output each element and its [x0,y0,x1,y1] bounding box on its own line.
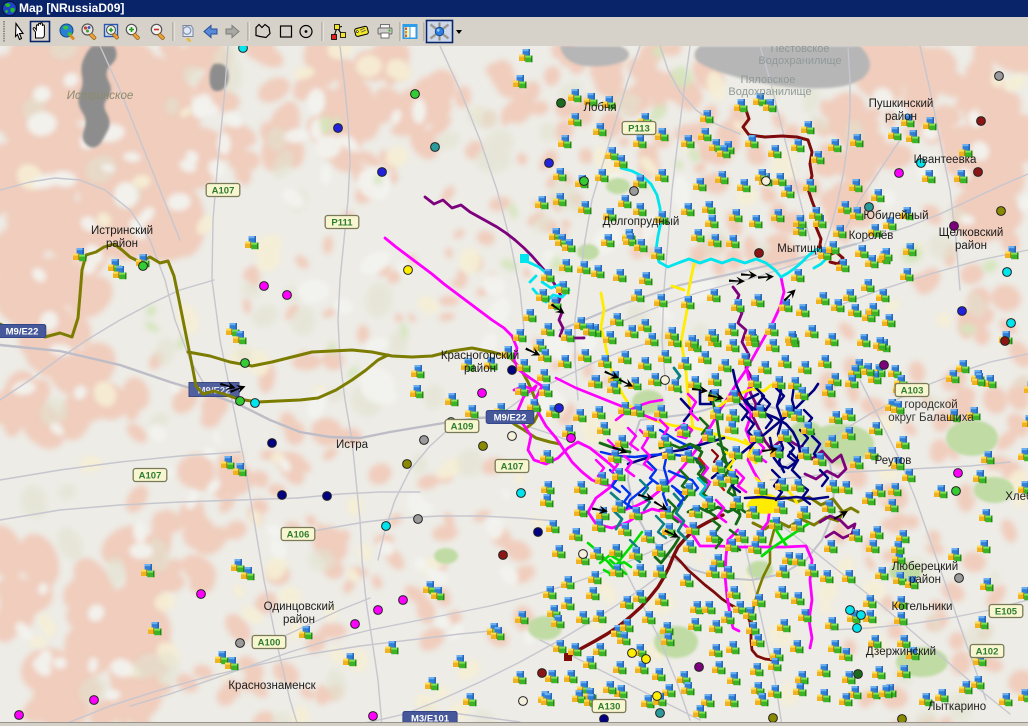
svg-text:Истринское: Истринское [67,90,134,102]
svg-text:район: район [283,614,315,626]
svg-text:М9/Е22: М9/Е22 [6,327,39,338]
svg-text:Истринский: Истринский [91,225,153,237]
svg-text:А130: А130 [598,702,621,713]
svg-text:Щелковский: Щелковский [939,227,1004,239]
svg-text:Лобня: Лобня [583,102,616,114]
svg-text:М9/Е22: М9/Е22 [494,413,527,424]
svg-text:район: район [106,238,138,250]
svg-text:М3/Е101: М3/Е101 [411,714,450,723]
svg-text:Юбилейный: Юбилейный [863,210,928,222]
svg-text:Ивантеевка: Ивантеевка [914,154,977,166]
svg-text:А103: А103 [901,386,924,397]
svg-text:Котельники: Котельники [892,601,953,613]
svg-text:район: район [909,574,941,586]
svg-text:район: район [955,240,987,252]
svg-text:А109: А109 [451,422,474,433]
svg-text:Истра: Истра [336,439,369,451]
svg-text:Лыткарино: Лыткарино [928,701,986,713]
svg-text:Одинцовский: Одинцовский [264,601,335,613]
svg-text:Пестовское: Пестовское [771,46,830,55]
svg-text:А107: А107 [212,186,235,197]
svg-text:район: район [464,363,496,375]
svg-text:Мытищи: Мытищи [777,243,822,255]
svg-text:Дзержинский: Дзержинский [866,646,936,658]
svg-text:район: район [885,111,917,123]
svg-text:Долгопрудный: Долгопрудный [603,216,680,228]
svg-text:Люберецкий: Люберецкий [892,561,958,573]
svg-text:городской: городской [904,399,957,411]
svg-text:А107: А107 [139,471,162,482]
svg-text:Р111: Р111 [331,218,353,229]
svg-text:А107: А107 [501,462,524,473]
svg-text:Водохранилище: Водохранилище [728,86,811,98]
svg-text:Пяловское: Пяловское [741,74,796,86]
svg-text:Красногорский: Красногорский [441,350,519,362]
svg-text:Королёв: Королёв [849,230,894,242]
svg-text:Хлебн: Хлебн [1005,491,1028,503]
svg-text:Краснознаменск: Краснознаменск [228,680,316,692]
svg-text:А106: А106 [287,530,310,541]
svg-text:А102: А102 [976,647,999,658]
svg-text:округ Балашиха: округ Балашиха [888,412,974,424]
svg-text:Пушкинский: Пушкинский [869,98,934,110]
svg-text:А100: А100 [258,638,281,649]
svg-text:Р113: Р113 [628,124,650,135]
svg-text:Реутов: Реутов [875,455,912,467]
svg-text:Водохранилище: Водохранилище [758,55,841,67]
svg-text:Е105: Е105 [995,607,1018,618]
